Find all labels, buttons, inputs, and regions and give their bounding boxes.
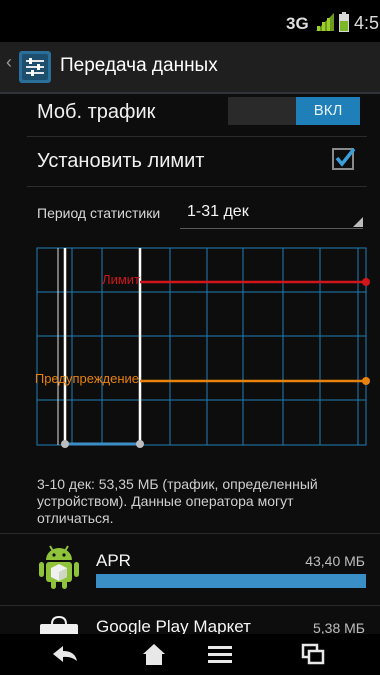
data-usage-chart: Лимит Предупреждение [35, 247, 370, 448]
action-bar: ‹ Передача данных [0, 42, 380, 94]
app-usage-bar-fill [96, 574, 366, 588]
toggle-on-label: ВКЛ [296, 97, 360, 125]
up-navigation-icon[interactable]: ‹ [6, 52, 12, 73]
usage-summary: 3-10 дек: 53,35 МБ (трафик, определенный… [37, 476, 318, 526]
check-mark-icon [335, 147, 356, 167]
spinner-arrow-icon [353, 217, 363, 227]
app-usage-row[interactable]: APR 43,40 МБ [0, 533, 380, 606]
menu-icon[interactable] [200, 639, 240, 669]
app-usage-row[interactable]: Google Play Маркет 5,38 МБ [0, 605, 380, 636]
back-icon[interactable] [45, 639, 85, 669]
network-type-label: 3G [286, 14, 309, 33]
home-icon[interactable] [134, 639, 174, 669]
status-bar: 3G 4:56 [0, 0, 380, 42]
recent-apps-icon[interactable] [293, 639, 333, 669]
set-limit-checkbox[interactable] [332, 147, 356, 170]
app-name: APR [96, 551, 131, 570]
mobile-traffic-toggle[interactable]: ВКЛ [228, 97, 360, 125]
warning-handle[interactable] [362, 377, 370, 385]
clock: 4:56 [354, 13, 380, 33]
period-label: Период статистики [37, 205, 161, 221]
set-limit-label: Установить лимит [37, 150, 205, 172]
limit-label: Лимит [102, 272, 140, 287]
range-end-handle[interactable] [136, 440, 144, 448]
period-spinner[interactable]: 1-31 дек [180, 198, 363, 229]
divider [27, 136, 367, 137]
range-start-handle[interactable] [61, 440, 69, 448]
mobile-traffic-label: Моб. трафик [37, 101, 156, 123]
app-size: 43,40 МБ [305, 553, 365, 569]
chart-grid [37, 248, 366, 445]
period-value: 1-31 дек [187, 203, 249, 220]
warning-label: Предупреждение [35, 371, 139, 386]
chart-frame [36, 247, 367, 446]
data-usage-settings-icon[interactable] [18, 50, 52, 84]
page-title: Передача данных [60, 55, 218, 76]
app-usage-bar [96, 574, 366, 588]
navigation-bar [0, 634, 380, 675]
play-store-bag-icon [40, 616, 78, 636]
divider [27, 186, 367, 187]
battery-icon [339, 12, 349, 32]
signal-bars-icon [316, 13, 334, 31]
android-app-icon [39, 545, 79, 589]
limit-handle[interactable] [362, 278, 370, 286]
